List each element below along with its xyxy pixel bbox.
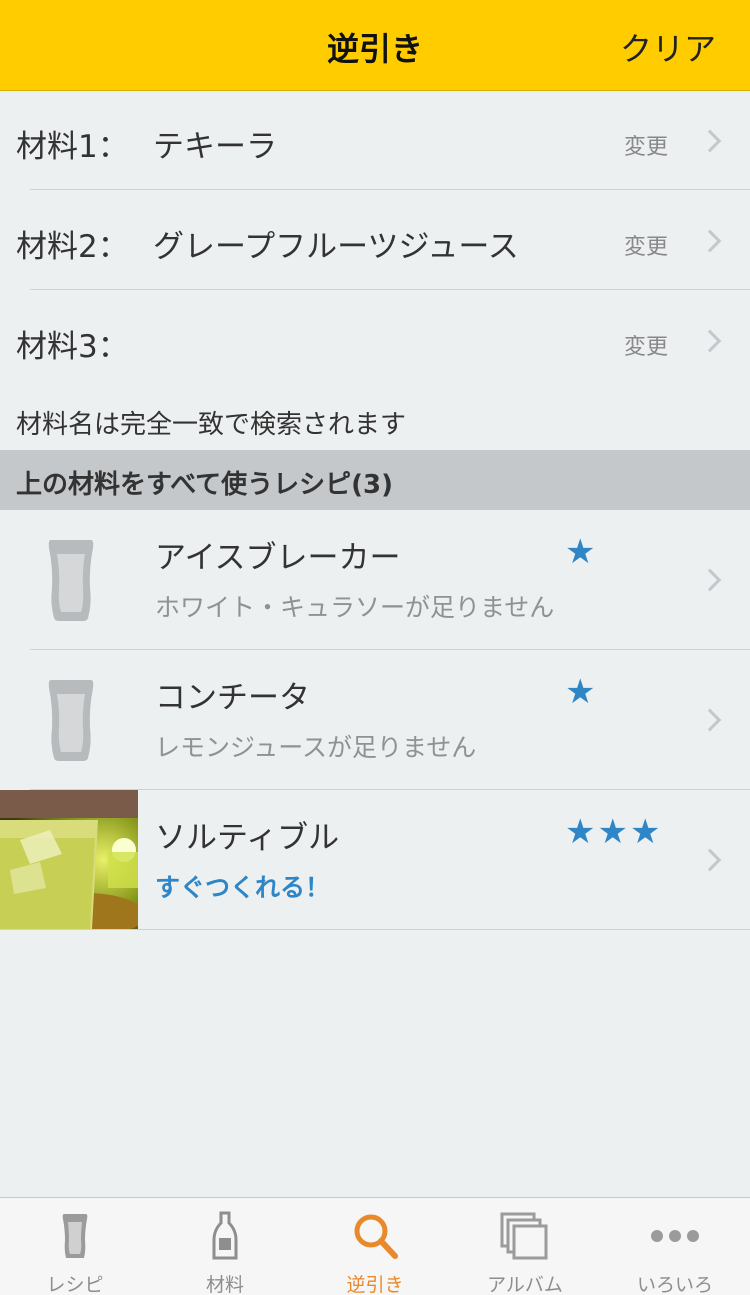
tab-label: 逆引き	[346, 1274, 404, 1295]
search-note: 材料名は完全一致で検索されます	[16, 410, 407, 440]
divider	[30, 189, 750, 190]
divider	[30, 289, 750, 290]
tab-ingredients[interactable]: 材料	[150, 1198, 300, 1295]
tab-label: 材料	[205, 1274, 244, 1295]
chevron-right-icon	[698, 848, 722, 872]
tab-more[interactable]: いろいろ	[600, 1198, 750, 1295]
ingredient-label: 材料3：	[16, 329, 129, 365]
tab-reverse-search[interactable]: 逆引き	[300, 1198, 450, 1295]
change-button[interactable]: 変更	[624, 229, 668, 261]
chevron-right-icon	[698, 568, 722, 592]
album-icon	[500, 1212, 548, 1260]
glass-icon	[48, 680, 94, 761]
search-icon	[354, 1214, 398, 1259]
section-title: 上の材料をすべて使うレシピ(3)	[16, 470, 393, 500]
glass-icon	[62, 1214, 88, 1258]
ingredient-label: 材料2：	[16, 229, 129, 265]
recipe-row-1[interactable]: アイスブレーカー ★ ホワイト・キュラソーが足りません	[0, 510, 750, 650]
navigation-bar: 逆引き クリア	[0, 0, 750, 91]
recipe-name: ソルティブル	[155, 820, 340, 856]
divider	[0, 929, 750, 930]
ingredient-row-1[interactable]: 材料1： テキーラ 変更	[0, 91, 750, 191]
ingredient-row-2[interactable]: 材料2： グレープフルーツジュース 変更	[0, 191, 750, 291]
ingredient-row-3[interactable]: 材料3： 変更	[0, 291, 750, 391]
rating-stars: ★	[565, 672, 598, 712]
change-button[interactable]: 変更	[624, 129, 668, 161]
bottle-icon	[212, 1211, 238, 1260]
ingredient-value: テキーラ	[153, 129, 277, 165]
recipe-row-2[interactable]: コンチータ ★ レモンジュースが足りません	[0, 650, 750, 790]
ingredient-label: 材料1：	[16, 129, 129, 165]
recipe-row-3[interactable]: ソルティブル ★★★ すぐつくれる！	[0, 790, 750, 930]
ingredient-value: グレープフルーツジュース	[153, 229, 519, 265]
chevron-right-icon	[698, 708, 722, 732]
recipe-name: コンチータ	[155, 680, 310, 716]
recipe-status: ホワイト・キュラソーが足りません	[155, 593, 555, 622]
tab-label: アルバム	[487, 1274, 563, 1295]
glass-icon	[48, 540, 94, 621]
tab-bar: レシピ 材料 逆引き アルバム いろいろ	[0, 1197, 750, 1295]
recipe-status: レモンジュースが足りません	[155, 733, 477, 762]
tab-recipes[interactable]: レシピ	[0, 1198, 150, 1295]
section-header: 上の材料をすべて使うレシピ(3)	[0, 450, 750, 510]
rating-stars: ★★★	[565, 812, 663, 852]
tab-label: いろいろ	[636, 1274, 713, 1295]
recipe-status: すぐつくれる！	[155, 873, 331, 902]
chevron-right-icon	[698, 329, 722, 353]
chevron-right-icon	[698, 129, 722, 153]
rating-stars: ★	[565, 532, 598, 572]
clear-button[interactable]: クリア	[620, 24, 716, 70]
more-icon	[651, 1230, 699, 1242]
cocktail-photo	[0, 790, 138, 929]
tab-label: レシピ	[46, 1274, 104, 1295]
recipe-name: アイスブレーカー	[155, 540, 401, 576]
tab-album[interactable]: アルバム	[450, 1198, 600, 1295]
chevron-right-icon	[698, 229, 722, 253]
change-button[interactable]: 変更	[624, 329, 668, 361]
